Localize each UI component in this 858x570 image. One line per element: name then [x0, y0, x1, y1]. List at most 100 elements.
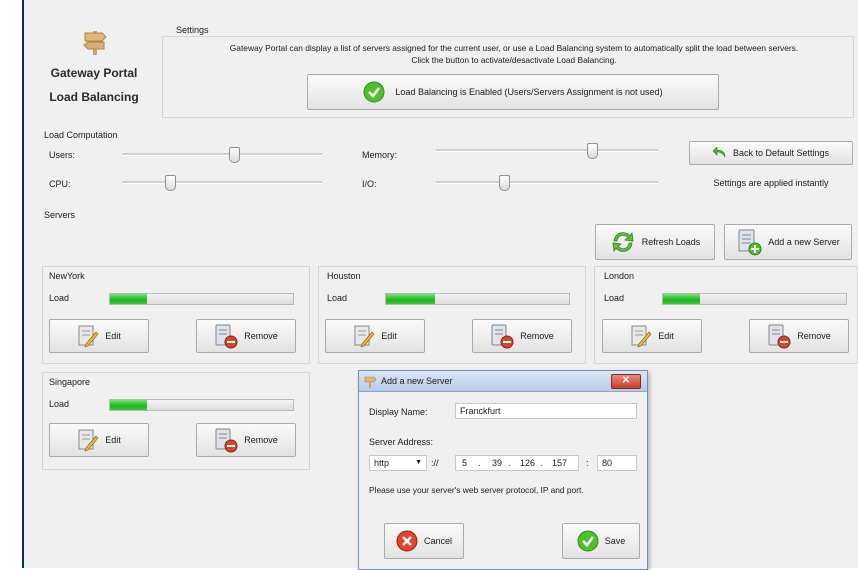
- edit-label: Edit: [658, 331, 674, 341]
- ip-address-input[interactable]: 5 . 39 . 126 . 157: [455, 455, 579, 471]
- remove-button[interactable]: Remove: [749, 319, 849, 353]
- load-computation-title: Load Computation: [44, 130, 118, 140]
- load-label: Load: [327, 293, 348, 303]
- brand-subtitle: Load Balancing: [49, 90, 139, 104]
- back-to-default-button[interactable]: Back to Default Settings: [689, 141, 853, 165]
- check-icon: [577, 530, 599, 552]
- edit-button[interactable]: Edit: [325, 319, 425, 353]
- server-name: Singapore: [49, 377, 91, 387]
- remove-label: Remove: [244, 331, 278, 341]
- remove-server-icon: [215, 324, 238, 349]
- cpu-slider-label: CPU:: [49, 179, 71, 189]
- display-name-label: Display Name:: [369, 407, 428, 417]
- remove-server-icon: [215, 428, 238, 453]
- close-icon[interactable]: ✕: [611, 374, 641, 389]
- dialog-hint: Please use your server's web server prot…: [369, 485, 584, 495]
- ip-octet: 157: [552, 458, 568, 468]
- cpu-slider[interactable]: [122, 181, 322, 184]
- remove-label: Remove: [797, 331, 831, 341]
- memory-slider[interactable]: [436, 149, 658, 152]
- load-bar: [662, 293, 847, 305]
- io-slider-thumb[interactable]: [499, 175, 510, 191]
- refresh-loads-button[interactable]: Refresh Loads: [595, 224, 715, 260]
- server-name: London: [604, 271, 635, 281]
- signpost-icon: [364, 376, 377, 388]
- users-slider[interactable]: [122, 153, 322, 156]
- add-server-icon: [738, 229, 762, 256]
- load-bar: [109, 399, 294, 411]
- ip-dot: .: [540, 458, 543, 468]
- remove-label: Remove: [244, 435, 278, 445]
- add-server-button[interactable]: Add a new Server: [724, 224, 852, 260]
- edit-button[interactable]: Edit: [49, 319, 149, 353]
- edit-label: Edit: [381, 331, 397, 341]
- load-balancing-toggle-label: Load Balancing is Enabled (Users/Servers…: [395, 87, 663, 97]
- ip-dot: .: [508, 458, 511, 468]
- cancel-button[interactable]: Cancel: [384, 523, 464, 559]
- load-bar-fill: [386, 294, 436, 304]
- remove-label: Remove: [520, 331, 554, 341]
- remove-button[interactable]: Remove: [196, 319, 296, 353]
- io-slider[interactable]: [436, 181, 658, 184]
- io-slider-label: I/O:: [362, 179, 377, 189]
- edit-icon: [78, 429, 99, 452]
- refresh-loads-label: Refresh Loads: [641, 237, 701, 247]
- protocol-select[interactable]: http ▼: [369, 455, 427, 471]
- load-bar: [109, 293, 294, 305]
- protocol-separator: ://: [431, 458, 439, 468]
- port-input[interactable]: 80: [597, 455, 637, 471]
- edit-button[interactable]: Edit: [602, 319, 702, 353]
- main-window: Gateway Portal Load Balancing Settings G…: [22, 0, 858, 570]
- load-label: Load: [604, 293, 625, 303]
- remove-button[interactable]: Remove: [196, 423, 296, 457]
- edit-label: Edit: [105, 331, 121, 341]
- ip-octet: 126: [520, 458, 536, 468]
- edit-icon: [631, 325, 652, 348]
- save-button[interactable]: Save: [562, 523, 640, 559]
- load-label: Load: [49, 399, 70, 409]
- add-server-dialog: Add a new Server ✕ Display Name: Franckf…: [358, 370, 648, 570]
- signpost-icon: [83, 31, 107, 55]
- edit-label: Edit: [105, 435, 121, 445]
- remove-server-icon: [491, 324, 514, 349]
- ip-dot: .: [478, 458, 481, 468]
- chevron-down-icon: ▼: [415, 459, 422, 466]
- cpu-slider-thumb[interactable]: [165, 175, 176, 191]
- edit-icon: [354, 325, 375, 348]
- remove-button[interactable]: Remove: [472, 319, 572, 353]
- settings-description: Gateway Portal can display a list of ser…: [229, 43, 799, 53]
- cancel-label: Cancel: [423, 536, 452, 546]
- brand-title: Gateway Portal: [50, 66, 138, 80]
- display-name-input[interactable]: Franckfurt: [455, 403, 637, 419]
- load-bar: [385, 293, 570, 305]
- memory-slider-thumb[interactable]: [587, 143, 598, 159]
- load-label: Load: [49, 293, 70, 303]
- memory-slider-label: Memory:: [362, 150, 398, 160]
- edit-button[interactable]: Edit: [49, 423, 149, 457]
- undo-arrow-icon: [712, 147, 726, 158]
- save-label: Save: [604, 536, 626, 546]
- protocol-value: http: [374, 458, 390, 468]
- ip-octet: 5: [462, 458, 468, 468]
- settings-title: Settings: [176, 25, 209, 35]
- port-separator: :: [586, 458, 589, 468]
- ip-octet: 39: [492, 458, 503, 468]
- load-balancing-toggle-button[interactable]: Load Balancing is Enabled (Users/Servers…: [307, 74, 719, 110]
- settings-instruction: Click the button to activate/desactivate…: [411, 55, 617, 65]
- check-icon: [363, 81, 385, 103]
- refresh-icon: [612, 231, 634, 253]
- load-bar-fill: [663, 294, 700, 304]
- server-name: NewYork: [49, 271, 85, 281]
- back-to-default-label: Back to Default Settings: [732, 148, 830, 158]
- servers-title: Servers: [44, 210, 76, 220]
- users-slider-thumb[interactable]: [229, 147, 240, 163]
- load-bar-fill: [110, 400, 147, 410]
- edit-icon: [78, 325, 99, 348]
- dialog-titlebar[interactable]: Add a new Server ✕: [359, 371, 647, 392]
- server-address-label: Server Address:: [369, 437, 434, 447]
- server-name: Houston: [327, 271, 361, 281]
- add-server-label: Add a new Server: [768, 237, 840, 247]
- load-bar-fill: [110, 294, 147, 304]
- settings-note: Settings are applied instantly: [713, 178, 829, 188]
- cancel-icon: [396, 530, 418, 552]
